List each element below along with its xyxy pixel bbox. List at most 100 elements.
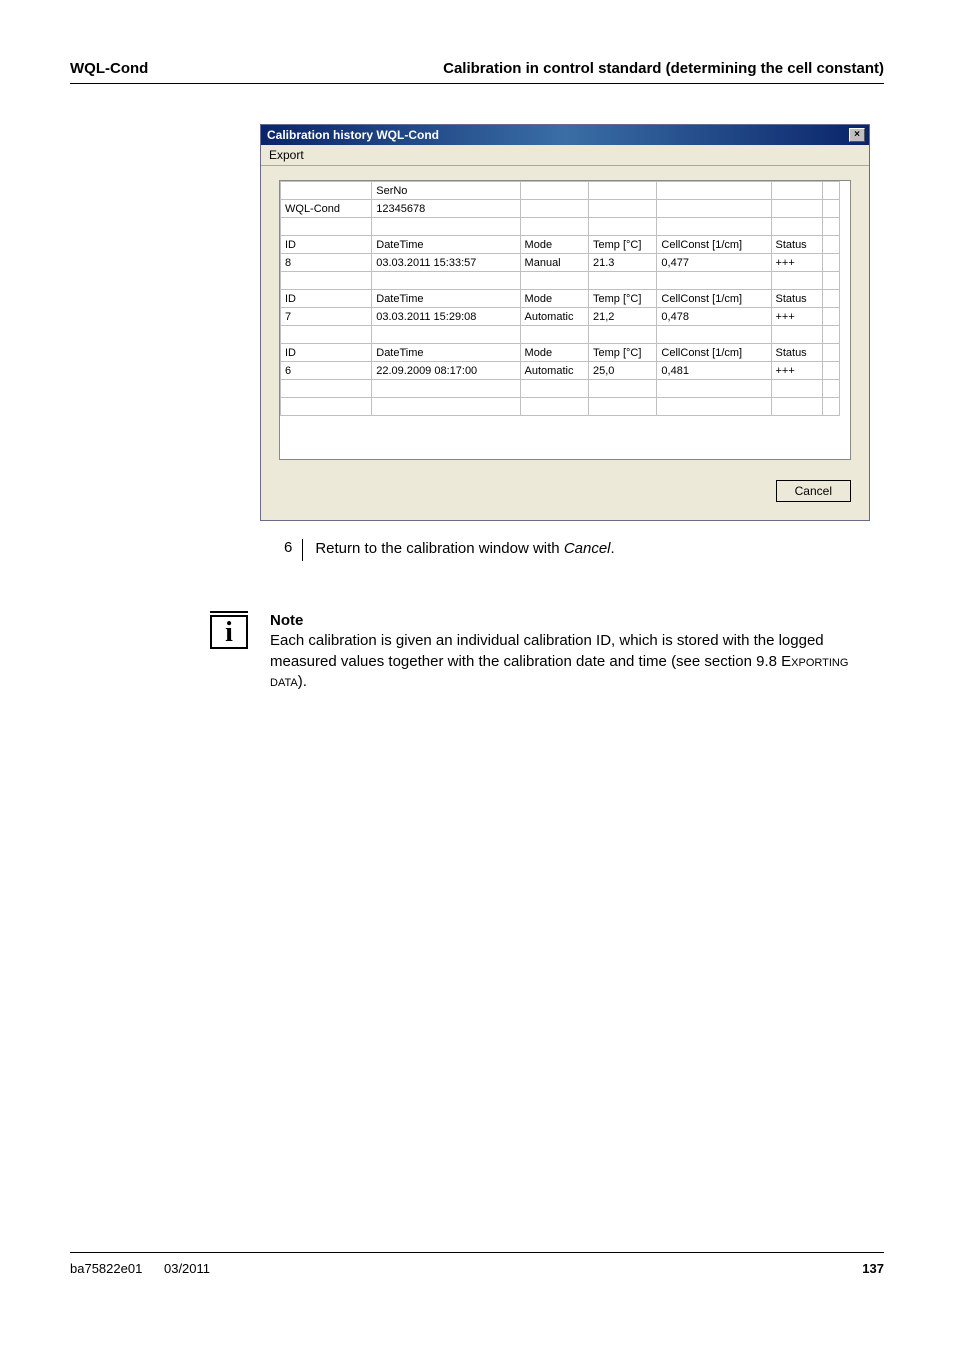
table-row bbox=[281, 380, 840, 398]
note-text: Note Each calibration is given an indivi… bbox=[270, 611, 870, 692]
table-cell bbox=[588, 182, 656, 200]
table-row: IDDateTimeModeTemp [°C]CellConst [1/cm]S… bbox=[281, 236, 840, 254]
table-cell: ID bbox=[281, 344, 372, 362]
table-cell: 03.03.2011 15:29:08 bbox=[372, 308, 520, 326]
table-row: WQL-Cond12345678 bbox=[281, 200, 840, 218]
table-cell bbox=[588, 200, 656, 218]
table-cell bbox=[657, 272, 771, 290]
table-cell: SerNo bbox=[372, 182, 520, 200]
table-cell: ID bbox=[281, 236, 372, 254]
table-cell bbox=[281, 380, 372, 398]
table-cell: 03.03.2011 15:33:57 bbox=[372, 254, 520, 272]
table-cell: 0,477 bbox=[657, 254, 771, 272]
table-cell bbox=[771, 218, 822, 236]
table-row: 803.03.2011 15:33:57Manual21.30,477+++ bbox=[281, 254, 840, 272]
dialog-body: SensorNameSerNoWQL-Cond12345678IDDateTim… bbox=[261, 166, 869, 520]
table-cell bbox=[822, 218, 839, 236]
table-row: 703.03.2011 15:29:08Automatic21,20,478++… bbox=[281, 308, 840, 326]
table-cell bbox=[520, 182, 588, 200]
table-cell bbox=[520, 200, 588, 218]
table-row: IDDateTimeModeTemp [°C]CellConst [1/cm]S… bbox=[281, 344, 840, 362]
table-cell bbox=[520, 380, 588, 398]
table-cell bbox=[657, 182, 771, 200]
table-cell bbox=[771, 200, 822, 218]
table-cell bbox=[822, 398, 839, 416]
table-cell: Mode bbox=[520, 236, 588, 254]
table-cell bbox=[822, 326, 839, 344]
table-cell bbox=[520, 218, 588, 236]
step-text-b: Cancel bbox=[564, 540, 611, 557]
table-cell bbox=[657, 326, 771, 344]
table-cell: 12345678 bbox=[372, 200, 520, 218]
table-cell bbox=[657, 380, 771, 398]
table-cell: Automatic bbox=[520, 362, 588, 380]
table-cell: 0,481 bbox=[657, 362, 771, 380]
table-cell bbox=[372, 218, 520, 236]
table-cell: Temp [°C] bbox=[588, 236, 656, 254]
table-cell: Manual bbox=[520, 254, 588, 272]
step-divider bbox=[302, 539, 303, 561]
table-cell: 22.09.2009 08:17:00 bbox=[372, 362, 520, 380]
dialog-title: Calibration history WQL-Cond bbox=[267, 128, 439, 142]
table-cell bbox=[822, 362, 839, 380]
table-cell bbox=[771, 380, 822, 398]
table-cell bbox=[822, 290, 839, 308]
table-cell: Mode bbox=[520, 344, 588, 362]
table-cell: WQL-Cond bbox=[281, 200, 372, 218]
table-cell: CellConst [1/cm] bbox=[657, 236, 771, 254]
table-cell: 25,0 bbox=[588, 362, 656, 380]
header-right: Calibration in control standard (determi… bbox=[443, 60, 884, 77]
table-cell bbox=[657, 398, 771, 416]
table-cell bbox=[372, 326, 520, 344]
dialog-titlebar: Calibration history WQL-Cond × bbox=[261, 125, 869, 145]
menubar: Export bbox=[261, 145, 869, 166]
note-block: i Note Each calibration is given an indi… bbox=[210, 611, 884, 692]
step-6: 6 Return to the calibration window with … bbox=[280, 539, 884, 561]
note-body-c: ). bbox=[298, 673, 307, 690]
menu-export[interactable]: Export bbox=[269, 148, 304, 162]
step-text-a: Return to the calibration window with bbox=[315, 540, 563, 557]
close-icon[interactable]: × bbox=[849, 128, 865, 142]
table-cell bbox=[281, 326, 372, 344]
table-cell bbox=[822, 200, 839, 218]
table-cell: 21.3 bbox=[588, 254, 656, 272]
table-cell: Status bbox=[771, 290, 822, 308]
table-cell bbox=[657, 218, 771, 236]
table-cell: +++ bbox=[771, 362, 822, 380]
table-row: 622.09.2009 08:17:00Automatic25,00,481++… bbox=[281, 362, 840, 380]
cancel-button[interactable]: Cancel bbox=[776, 480, 851, 502]
table-cell: +++ bbox=[771, 254, 822, 272]
table-row bbox=[281, 326, 840, 344]
table-cell: SensorName bbox=[281, 182, 372, 200]
table-row: SensorNameSerNo bbox=[281, 182, 840, 200]
table-cell: +++ bbox=[771, 308, 822, 326]
table-row: IDDateTimeModeTemp [°C]CellConst [1/cm]S… bbox=[281, 290, 840, 308]
table-cell bbox=[822, 254, 839, 272]
table-cell bbox=[771, 272, 822, 290]
step-text-c: . bbox=[611, 540, 615, 557]
header-left: WQL-Cond bbox=[70, 60, 148, 77]
footer-date: 03/2011 bbox=[164, 1261, 210, 1276]
step-text: Return to the calibration window with Ca… bbox=[315, 539, 614, 557]
history-grid: SensorNameSerNoWQL-Cond12345678IDDateTim… bbox=[279, 180, 851, 460]
table-cell bbox=[657, 200, 771, 218]
table-cell bbox=[822, 344, 839, 362]
table-cell bbox=[588, 326, 656, 344]
table-cell bbox=[372, 272, 520, 290]
table-cell: Temp [°C] bbox=[588, 344, 656, 362]
table-row bbox=[281, 272, 840, 290]
table-cell bbox=[281, 398, 372, 416]
table-cell: ID bbox=[281, 290, 372, 308]
table-cell bbox=[520, 326, 588, 344]
table-cell bbox=[822, 236, 839, 254]
page-number: 137 bbox=[862, 1261, 884, 1276]
table-cell: 21,2 bbox=[588, 308, 656, 326]
page-header: WQL-Cond Calibration in control standard… bbox=[70, 60, 884, 84]
table-cell: DateTime bbox=[372, 344, 520, 362]
table-cell: 7 bbox=[281, 308, 372, 326]
table-cell: Temp [°C] bbox=[588, 290, 656, 308]
table-cell: 8 bbox=[281, 254, 372, 272]
history-table: SensorNameSerNoWQL-Cond12345678IDDateTim… bbox=[280, 181, 840, 416]
table-row bbox=[281, 218, 840, 236]
table-cell bbox=[771, 326, 822, 344]
